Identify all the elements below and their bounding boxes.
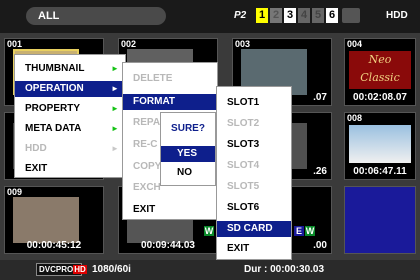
format-submenu: SLOT1 SLOT2 SLOT3 SLOT4 SLOT5 SLOT6 SD C…	[216, 86, 292, 260]
clip-number: 009	[7, 187, 23, 197]
menu-item-label: HDD	[25, 143, 47, 154]
confirm-yes-button[interactable]: YES	[161, 146, 215, 162]
submenu-arrow-icon: ►	[111, 84, 119, 93]
menu-item-property[interactable]: PROPERTY	[15, 101, 125, 117]
codec-label: DVCPRO	[39, 265, 74, 274]
slot-indicator-1: 1	[256, 8, 268, 23]
menu-item-exit[interactable]: EXIT	[217, 241, 291, 257]
bottom-status-bar: DVCPROHD 1080/60i Dur : 00:00:30.03	[0, 260, 420, 280]
confirm-dialog: SURE? YES NO	[160, 112, 216, 186]
slot-indicator-3: 3	[284, 8, 296, 23]
clip-number: 003	[235, 39, 251, 49]
clip-number: 001	[7, 39, 23, 49]
thumbnail-cell[interactable]: 009 00:00:45:12	[4, 186, 104, 254]
menu-item-exit[interactable]: EXIT	[15, 161, 125, 177]
clip-duration: 00:09:44.03	[141, 240, 195, 251]
neo-classic-logo: Neo Classic	[349, 51, 411, 89]
menu-item-meta-data[interactable]: META DATA	[15, 121, 125, 137]
clip-number: 002	[121, 39, 137, 49]
menu-item-label: OPERATION	[25, 83, 84, 94]
menu-item-hdd: HDD	[15, 141, 125, 157]
thumbnail-cell[interactable]: 004 Neo Classic 00:02:08.07	[344, 38, 416, 106]
menu-item-operation[interactable]: OPERATION	[15, 81, 125, 97]
video-format: 1080/60i	[92, 264, 131, 275]
clip-duration-partial: .07	[313, 92, 327, 103]
clip-duration: 00:02:08.07	[353, 92, 407, 103]
codec-hd-label: HD	[73, 265, 87, 274]
menu-item-exit[interactable]: EXIT	[123, 202, 217, 218]
clip-thumbnail-image	[13, 197, 79, 243]
menu-item-slot2: SLOT2	[227, 118, 260, 129]
menu-item-label: PROPERTY	[25, 103, 81, 114]
slot-indicator-4: 4	[298, 8, 310, 23]
top-status-bar: ALL P2 1 2 3 4 5 6 HDD	[0, 0, 420, 33]
confirm-question: SURE?	[171, 123, 205, 134]
clip-number: 008	[347, 113, 363, 123]
menu-item-slot4: SLOT4	[227, 160, 260, 171]
slot-indicator-2: 2	[270, 8, 282, 23]
clip-duration: 00:00:45:12	[26, 240, 82, 251]
main-menu: THUMBNAIL ► OPERATION ► PROPERTY ► META …	[14, 54, 126, 178]
error-badge: E	[294, 226, 304, 236]
menu-item-label: EXIT	[25, 163, 48, 174]
slot-indicator-5: 5	[312, 8, 324, 23]
clip-thumbnail-screen: ALL P2 1 2 3 4 5 6 HDD 001 002 003 .07 0…	[0, 0, 420, 280]
hdd-icon	[342, 8, 360, 23]
menu-item-label: THUMBNAIL	[25, 63, 85, 74]
clip-number: 004	[347, 39, 363, 49]
menu-item-slot3[interactable]: SLOT3	[217, 137, 291, 153]
write-protect-badge: W	[305, 226, 315, 236]
menu-item-format[interactable]: FORMAT	[123, 94, 217, 110]
clip-duration-partial: .26	[313, 166, 327, 177]
clip-thumbnail-image	[349, 125, 411, 163]
menu-item-slot5: SLOT5	[227, 181, 260, 192]
slot-indicator-6: 6	[326, 8, 338, 23]
submenu-arrow-icon: ►	[111, 144, 119, 153]
clip-duration-total: Dur : 00:00:30.03	[244, 264, 325, 275]
clip-duration: 00:06:47.11	[353, 166, 407, 177]
hdd-label: HDD	[386, 10, 408, 21]
clip-duration-partial: .00	[313, 240, 327, 251]
menu-item-thumbnail[interactable]: THUMBNAIL	[15, 61, 125, 77]
p2-card-label: P2	[234, 10, 247, 21]
menu-item-delete: DELETE	[133, 73, 173, 84]
write-protect-badge: W	[204, 226, 214, 236]
menu-item-sd-card[interactable]: SD CARD	[217, 221, 291, 237]
submenu-arrow-icon: ►	[111, 64, 119, 73]
thumbnail-cell[interactable]: 008 00:06:47.11	[344, 112, 416, 180]
confirm-no-button[interactable]: NO	[161, 165, 215, 181]
menu-item-slot1[interactable]: SLOT1	[217, 95, 291, 111]
submenu-arrow-icon: ►	[111, 124, 119, 133]
codec-badge: DVCPROHD	[36, 263, 87, 276]
menu-item-slot6[interactable]: SLOT6	[217, 200, 291, 216]
clip-filter-indicator[interactable]: ALL	[26, 7, 166, 25]
submenu-arrow-icon: ►	[111, 104, 119, 113]
thumbnail-cell[interactable]	[344, 186, 416, 254]
menu-item-label: META DATA	[25, 123, 82, 134]
